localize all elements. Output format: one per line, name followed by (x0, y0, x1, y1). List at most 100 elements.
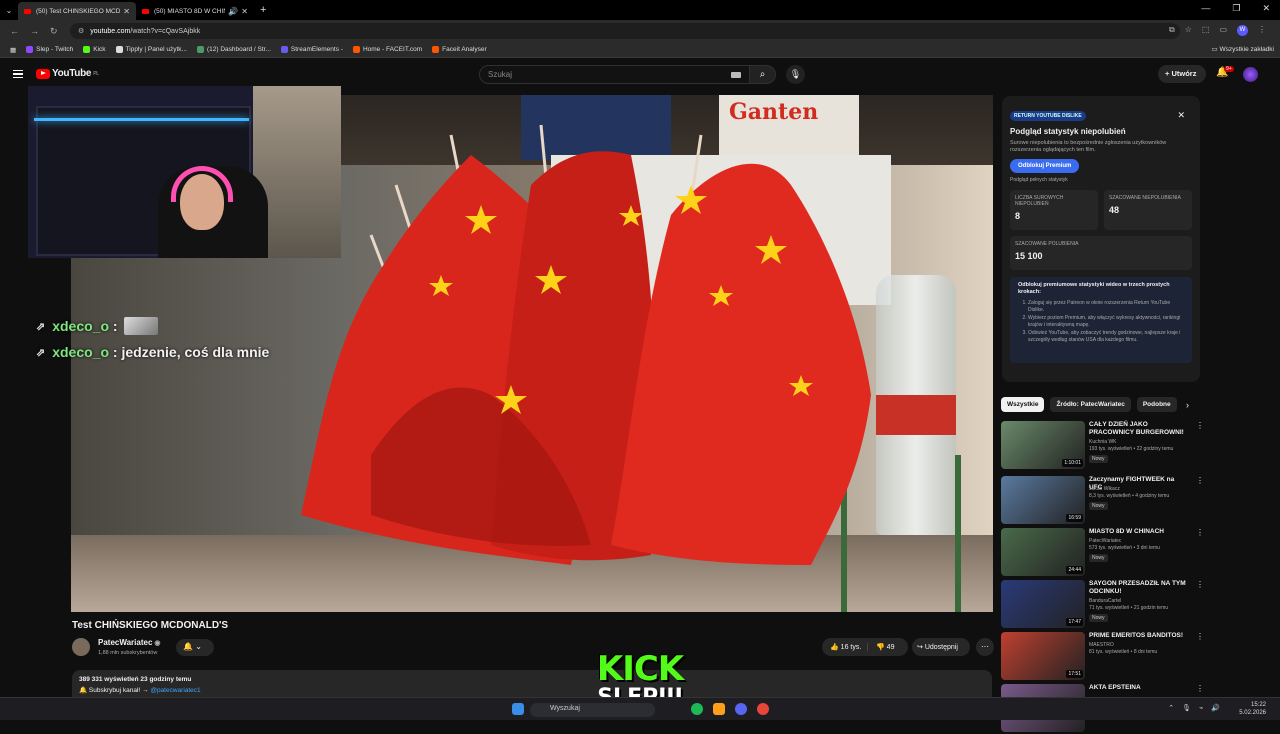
share-icon: ↪ (917, 644, 923, 651)
discord-icon[interactable] (735, 703, 747, 715)
reload-icon[interactable]: ↻ (50, 26, 60, 37)
close-window-icon[interactable]: ✕ (1262, 3, 1270, 14)
rec-menu-icon[interactable]: ⋮ (1196, 421, 1204, 430)
folder-icon[interactable] (713, 703, 725, 715)
share-button[interactable]: ↪ Udostępnij (912, 638, 970, 656)
extension-icon[interactable]: ⬚ (1202, 25, 1210, 36)
sidebar-icon[interactable]: ▭ (1219, 25, 1227, 36)
faceit-analyser-icon (432, 46, 440, 53)
bookmark-star-icon[interactable]: ☆ (1185, 25, 1192, 36)
back-icon[interactable]: ← (10, 26, 20, 36)
recommendation-item[interactable]: 16:59 Zaczynamy FIGHTWEEK na UFC Jakub Wik… (1001, 476, 1204, 526)
site-info-icon[interactable]: ⚙ (78, 27, 84, 35)
close-tab-icon[interactable]: ✕ (241, 7, 248, 16)
channel-name[interactable]: PatecWariatec ◉ (98, 638, 161, 647)
volume-icon[interactable]: 🔊 (1211, 704, 1220, 712)
chevron-right-icon[interactable]: › (1186, 400, 1189, 410)
profile-avatar[interactable]: W (1237, 25, 1248, 36)
close-icon[interactable]: ✕ (1177, 110, 1185, 121)
youtube-logo[interactable]: YouTube PL (36, 68, 99, 79)
channel-avatar-small[interactable] (72, 638, 90, 656)
recommendation-item[interactable]: 24:44 MIASTO 8D W CHINACH PatecWariatec 573… (1001, 528, 1204, 578)
chip-source[interactable]: Źródło: PatecWariatec (1050, 397, 1131, 412)
bookmark-label: StreamElements - (290, 46, 343, 53)
network-icon[interactable]: ⌁ (1199, 704, 1203, 712)
rec-thumbnail[interactable]: 17:51 (1001, 632, 1085, 680)
rec-channel[interactable]: MAESTRO (1089, 642, 1201, 649)
like-button[interactable]: 👍 16 tys. (822, 643, 868, 651)
all-bookmarks-label: Wszystkie zakładki (1219, 46, 1274, 53)
subscribe-bell-button[interactable]: 🔔 ⌄ (176, 639, 214, 656)
bookmark-item[interactable]: (12) Dashboard / Str... (196, 46, 271, 53)
rec-title[interactable]: PRIME EMERITOS BANDITOS! (1089, 632, 1189, 640)
browser-tab[interactable]: (50) MIASTO 8D W CHINACH 🔊 ✕ (136, 2, 254, 20)
search-button[interactable]: ⌕ (749, 65, 776, 84)
new-tab-icon[interactable]: + (260, 4, 266, 16)
mic-tray-icon[interactable]: 🎙 (1182, 704, 1191, 712)
minimize-icon[interactable]: — (1201, 3, 1210, 14)
rec-title[interactable]: SAYGON PRZESADZIŁ NA TYM ODCINKU! (1089, 580, 1189, 596)
browser-tab-active[interactable]: (50) Test CHIŃSKIEGO MCDONALD'S ✕ (18, 2, 136, 20)
rec-thumbnail[interactable]: 24:44 (1001, 528, 1085, 576)
rec-title[interactable]: CAŁY DZIEŃ JAKO PRACOWNICY BURGEROWNI! (1089, 421, 1189, 437)
rec-thumbnail[interactable]: 1:10:01 (1001, 421, 1085, 469)
all-bookmarks[interactable]: ▭ Wszystkie zakładki (1212, 45, 1275, 53)
rec-menu-icon[interactable]: ⋮ (1196, 528, 1204, 537)
rec-menu-icon[interactable]: ⋮ (1196, 580, 1204, 589)
create-button[interactable]: + Utwórz (1158, 65, 1206, 83)
rec-channel[interactable]: PatecWariatec (1089, 538, 1201, 545)
apps-grid-icon[interactable]: ▦ (10, 46, 16, 54)
tab-search-icon[interactable]: ⌄ (0, 6, 18, 15)
recommendation-item[interactable]: 17:51 PRIME EMERITOS BANDITOS! MAESTRO 81 t… (1001, 632, 1204, 682)
keyboard-icon[interactable] (731, 72, 741, 78)
speaker-icon[interactable]: 🔊 (228, 7, 238, 16)
channel-avatar[interactable] (1243, 67, 1258, 82)
rec-menu-icon[interactable]: ⋮ (1196, 684, 1204, 693)
bookmark-item[interactable]: Faceit Analyser (432, 46, 487, 53)
tray-chevron-icon[interactable]: ⌃ (1168, 704, 1174, 712)
full-stats-link[interactable]: Podgląd pełnych statystyk (1010, 177, 1192, 183)
chip-all[interactable]: Wszystkie (1001, 397, 1045, 412)
kick-logo-text: KICK (596, 649, 684, 689)
rec-thumbnail[interactable]: 16:59 (1001, 476, 1085, 524)
chrome-icon[interactable] (757, 703, 769, 715)
maximize-icon[interactable]: ❐ (1232, 3, 1240, 14)
search-input[interactable]: Szukaj (479, 65, 750, 84)
windows-start-icon[interactable] (512, 703, 524, 715)
forward-icon[interactable]: → (30, 26, 40, 36)
clock[interactable]: 15:22 5.02.2026 (1239, 701, 1266, 717)
more-actions-icon[interactable]: ⋯ (976, 638, 994, 656)
rec-channel[interactable]: BanduraCartel (1089, 598, 1201, 605)
rec-channel[interactable]: Jakub Wikacz (1089, 486, 1201, 493)
est-dislikes-label: SZACOWANE NIEPOLUBIENIA (1109, 195, 1181, 201)
menu-kebab-icon[interactable]: ⋮ (1258, 25, 1266, 36)
rec-title[interactable]: AKTA EPSTEINA (1089, 684, 1189, 692)
recommendation-item[interactable]: 17:47 SAYGON PRZESADZIŁ NA TYM ODCINKU! Ba… (1001, 580, 1204, 630)
bookmark-item[interactable]: Home - FACEIT.com (352, 46, 422, 53)
rec-menu-icon[interactable]: ⋮ (1196, 632, 1204, 641)
bookmark-item[interactable]: Kick (83, 46, 106, 53)
bookmark-item[interactable]: Slep - Twitch (26, 46, 73, 53)
ryd-panel: RETURN YOUTUBE DISLIKE ✕ Podgląd statyst… (1002, 96, 1200, 382)
microphone-icon[interactable]: 🎙 (786, 65, 805, 84)
unlock-premium-button[interactable]: Odblokuj Premium (1010, 159, 1080, 173)
video-title: Test CHIŃSKIEGO MCDONALD'S (72, 620, 229, 631)
taskbar-search[interactable]: Wyszukaj (530, 703, 655, 717)
menu-hamburger-icon[interactable] (13, 70, 23, 78)
dislike-button[interactable]: 👎 49 (868, 643, 894, 651)
ryd-heading: Podgląd statystyk niepolubień (1010, 127, 1126, 136)
cast-icon[interactable]: ⧉ (1169, 25, 1175, 36)
rec-duration: 17:47 (1066, 618, 1083, 626)
close-tab-icon[interactable]: ✕ (123, 7, 130, 16)
bookmark-item[interactable]: Tipply | Panel użytk... (115, 46, 187, 53)
rec-channel[interactable]: Kuchnia WK (1089, 439, 1201, 446)
rec-thumbnail[interactable]: 17:47 (1001, 580, 1085, 628)
recommendation-item[interactable]: 1:10:01 CAŁY DZIEŃ JAKO PRACOWNICY BURGER… (1001, 421, 1204, 471)
chip-similar[interactable]: Podobne (1136, 397, 1177, 412)
bookmark-item[interactable]: StreamElements - (280, 46, 343, 53)
rec-menu-icon[interactable]: ⋮ (1196, 476, 1204, 485)
url-field[interactable]: ⚙ youtube.com/watch?v=cQavSAjbkk (70, 23, 1180, 39)
rec-title[interactable]: MIASTO 8D W CHINACH (1089, 528, 1189, 536)
spotify-icon[interactable] (691, 703, 703, 715)
description-link[interactable]: @patecwariatec1 (150, 687, 200, 694)
